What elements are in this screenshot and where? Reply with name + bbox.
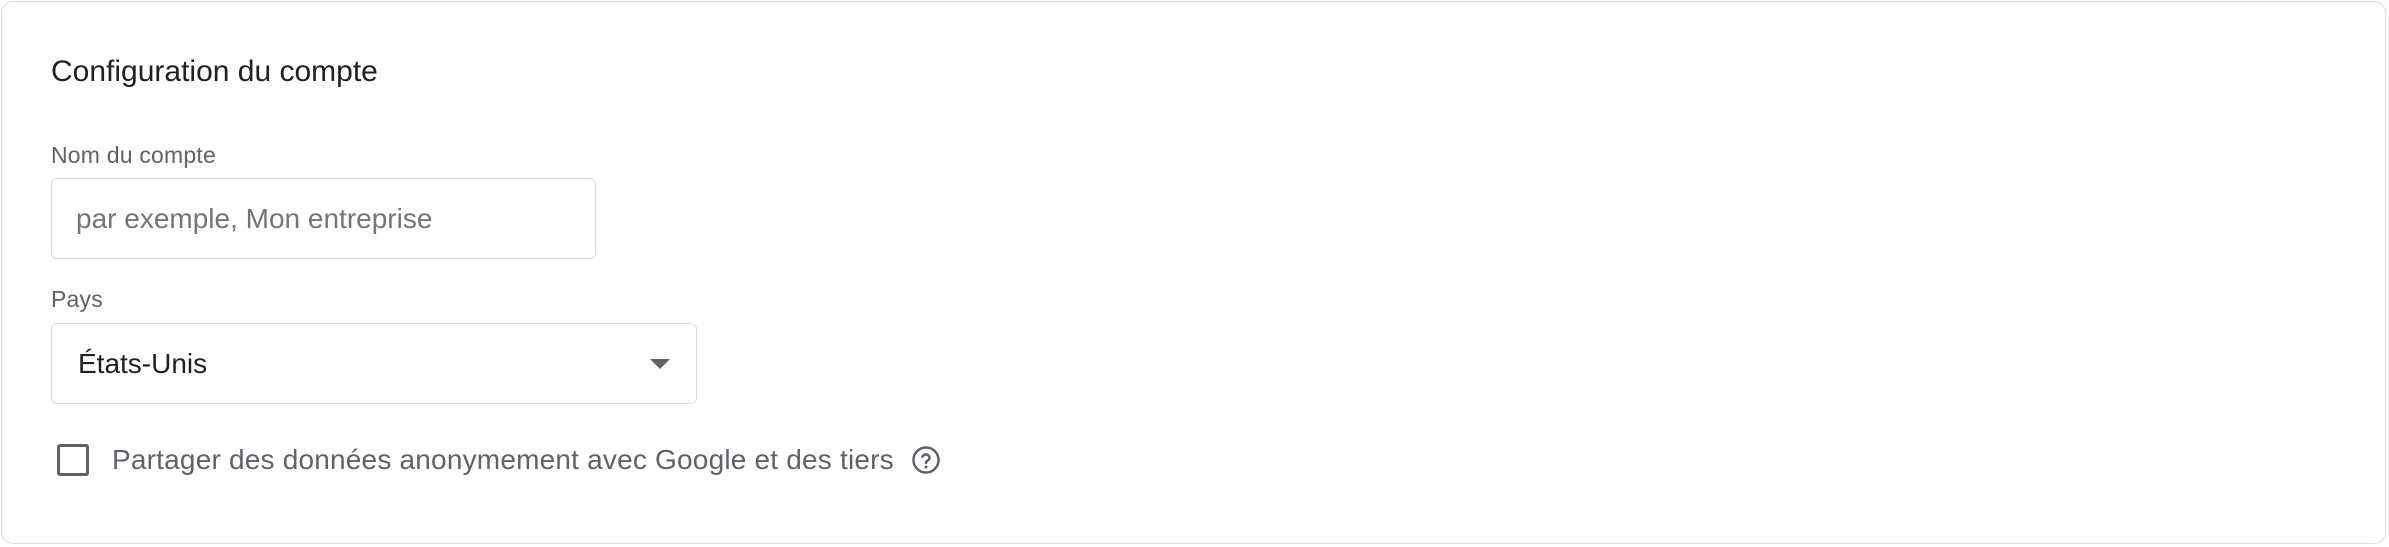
country-select[interactable]: États-Unis bbox=[51, 323, 697, 404]
country-selected-value: États-Unis bbox=[78, 348, 208, 379]
account-name-input[interactable] bbox=[51, 178, 596, 259]
share-data-checkbox[interactable] bbox=[57, 444, 89, 476]
dropdown-arrow-icon bbox=[650, 359, 670, 369]
section-title: Configuration du compte bbox=[51, 55, 378, 88]
account-name-label: Nom du compte bbox=[51, 142, 216, 168]
country-label: Pays bbox=[51, 286, 103, 312]
account-setup-card: Configuration du compte Nom du compte Pa… bbox=[1, 1, 2386, 544]
help-icon[interactable] bbox=[911, 445, 941, 475]
share-data-label[interactable]: Partager des données anonymement avec Go… bbox=[112, 444, 894, 476]
share-data-option: Partager des données anonymement avec Go… bbox=[57, 442, 941, 478]
